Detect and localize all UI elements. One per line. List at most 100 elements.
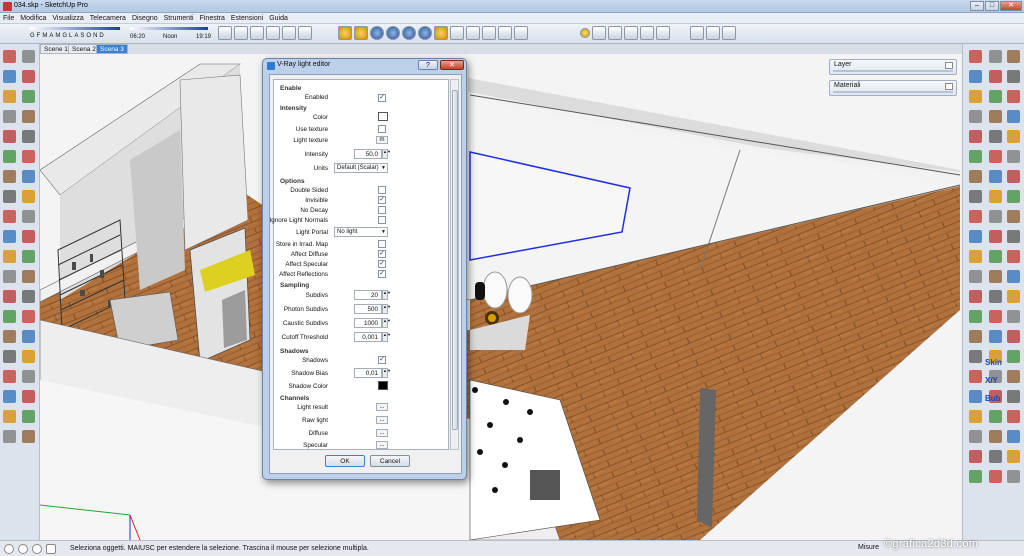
tool-icon[interactable] xyxy=(1007,370,1020,383)
right-view-icon[interactable] xyxy=(266,26,280,40)
tool-icon[interactable] xyxy=(22,330,35,343)
tool-icon[interactable] xyxy=(3,310,16,323)
tool-icon[interactable] xyxy=(22,250,35,263)
diffuse-button[interactable]: ... xyxy=(376,429,388,437)
vray-export-icon[interactable] xyxy=(514,26,528,40)
scrollbar-thumb[interactable] xyxy=(452,90,458,430)
tool-icon[interactable] xyxy=(969,330,982,343)
tool-icon[interactable] xyxy=(1007,390,1020,403)
tool-icon[interactable] xyxy=(969,170,982,183)
instructor-icon[interactable] xyxy=(46,544,56,554)
tool-icon[interactable] xyxy=(989,50,1002,63)
tool-icon[interactable] xyxy=(1007,410,1020,423)
units-select[interactable]: Default (Scalar) ▼ xyxy=(334,163,388,173)
photon-subdivs-spinner[interactable]: ▲▼ xyxy=(382,304,391,314)
tool-icon[interactable] xyxy=(3,290,16,303)
tool-icon[interactable] xyxy=(1007,330,1020,343)
tool-icon[interactable] xyxy=(969,150,982,163)
tool-icon[interactable] xyxy=(1007,430,1020,443)
tool-icon[interactable] xyxy=(969,370,982,383)
caustic-subdivs-spinner[interactable]: ▲▼ xyxy=(382,318,391,328)
caustic-subdivs-input[interactable]: 1000 xyxy=(354,318,382,328)
tool-icon[interactable] xyxy=(3,70,16,83)
subdivs-input[interactable]: 20 xyxy=(354,290,382,300)
xy-label[interactable]: X/Y xyxy=(985,376,998,385)
tool-icon[interactable] xyxy=(22,190,35,203)
tool-icon[interactable] xyxy=(1007,210,1020,223)
menu-estensioni[interactable]: Estensioni xyxy=(231,13,263,23)
shadows-checkbox[interactable]: ✓ xyxy=(378,356,386,364)
tool-icon[interactable] xyxy=(3,370,16,383)
layer-tray[interactable]: Layer xyxy=(829,59,957,75)
tool-icon[interactable] xyxy=(989,110,1002,123)
tray-toggle-icon[interactable] xyxy=(945,83,953,90)
tool-icon[interactable] xyxy=(969,190,982,203)
tool-icon[interactable] xyxy=(969,270,982,283)
tool-icon[interactable] xyxy=(989,430,1002,443)
tool-icon[interactable] xyxy=(969,250,982,263)
raw-light-button[interactable]: ... xyxy=(376,416,388,424)
menu-guida[interactable]: Guida xyxy=(269,13,288,23)
tool-icon[interactable] xyxy=(969,350,982,363)
ok-button[interactable]: OK xyxy=(325,455,365,467)
tool-icon[interactable] xyxy=(1007,130,1020,143)
tool-icon[interactable] xyxy=(989,70,1002,83)
cutoff-threshold-spinner[interactable]: ▲▼ xyxy=(382,332,391,342)
subdivs-spinner[interactable]: ▲▼ xyxy=(382,290,391,300)
geo-location-icon[interactable] xyxy=(4,544,14,554)
tool-icon[interactable] xyxy=(22,410,35,423)
tool-icon[interactable] xyxy=(989,290,1002,303)
tool-icon[interactable] xyxy=(22,290,35,303)
tool-icon[interactable] xyxy=(22,370,35,383)
shadow-bias-input[interactable]: 0,01 xyxy=(354,368,382,378)
tool-icon[interactable] xyxy=(989,250,1002,263)
tool-icon[interactable] xyxy=(3,170,16,183)
tool-icon[interactable] xyxy=(989,330,1002,343)
tool-icon[interactable] xyxy=(989,230,1002,243)
camera-icon[interactable] xyxy=(706,26,720,40)
iso-view-icon[interactable] xyxy=(218,26,232,40)
panel-scrollbar[interactable] xyxy=(450,79,459,450)
tool-icon[interactable] xyxy=(1007,110,1020,123)
vray-sphere-icon[interactable] xyxy=(498,26,512,40)
3d-viewport[interactable]: Layer Materiali xyxy=(40,54,962,540)
spot-light-icon[interactable] xyxy=(608,26,622,40)
double-sided-checkbox[interactable] xyxy=(378,186,386,194)
enabled-checkbox[interactable]: ✓ xyxy=(378,94,386,102)
affect-diffuse-checkbox[interactable]: ✓ xyxy=(378,250,386,258)
tool-icon[interactable] xyxy=(969,430,982,443)
tab-scene-3[interactable]: Scena 3 xyxy=(96,44,128,54)
shadow-bias-spinner[interactable]: ▲▼ xyxy=(382,368,391,378)
vray-rt-icon[interactable] xyxy=(386,26,400,40)
ignore-normals-checkbox[interactable] xyxy=(378,216,386,224)
tool-icon[interactable] xyxy=(989,470,1002,483)
light-texture-button[interactable]: m xyxy=(376,136,388,144)
section-icon[interactable] xyxy=(690,26,704,40)
help-button[interactable]: ? xyxy=(418,60,438,70)
tool-icon[interactable] xyxy=(22,210,35,223)
use-texture-checkbox[interactable] xyxy=(378,125,386,133)
tool-icon[interactable] xyxy=(989,190,1002,203)
minimize-button[interactable]: – xyxy=(970,1,984,11)
menu-visualizza[interactable]: Visualizza xyxy=(52,13,83,23)
sphere-light-icon[interactable] xyxy=(656,26,670,40)
maximize-button[interactable]: □ xyxy=(985,1,999,11)
photon-subdivs-input[interactable]: 500 xyxy=(354,304,382,314)
tool-icon[interactable] xyxy=(969,290,982,303)
tool-icon[interactable] xyxy=(969,390,982,403)
vray-material-editor-icon[interactable] xyxy=(338,26,352,40)
tool-icon[interactable] xyxy=(969,410,982,423)
tool-icon[interactable] xyxy=(1007,170,1020,183)
tool-icon[interactable] xyxy=(22,430,35,443)
tool-icon[interactable] xyxy=(969,50,982,63)
tool-icon[interactable] xyxy=(969,70,982,83)
tool-icon[interactable] xyxy=(989,90,1002,103)
tool-icon[interactable] xyxy=(22,50,35,63)
vray-render-icon[interactable] xyxy=(370,26,384,40)
tool-icon[interactable] xyxy=(989,310,1002,323)
tool-icon[interactable] xyxy=(3,330,16,343)
tool-icon[interactable] xyxy=(989,450,1002,463)
intensity-input[interactable]: 50,0 xyxy=(354,149,382,159)
tool-icon[interactable] xyxy=(3,270,16,283)
tool-icon[interactable] xyxy=(3,350,16,363)
